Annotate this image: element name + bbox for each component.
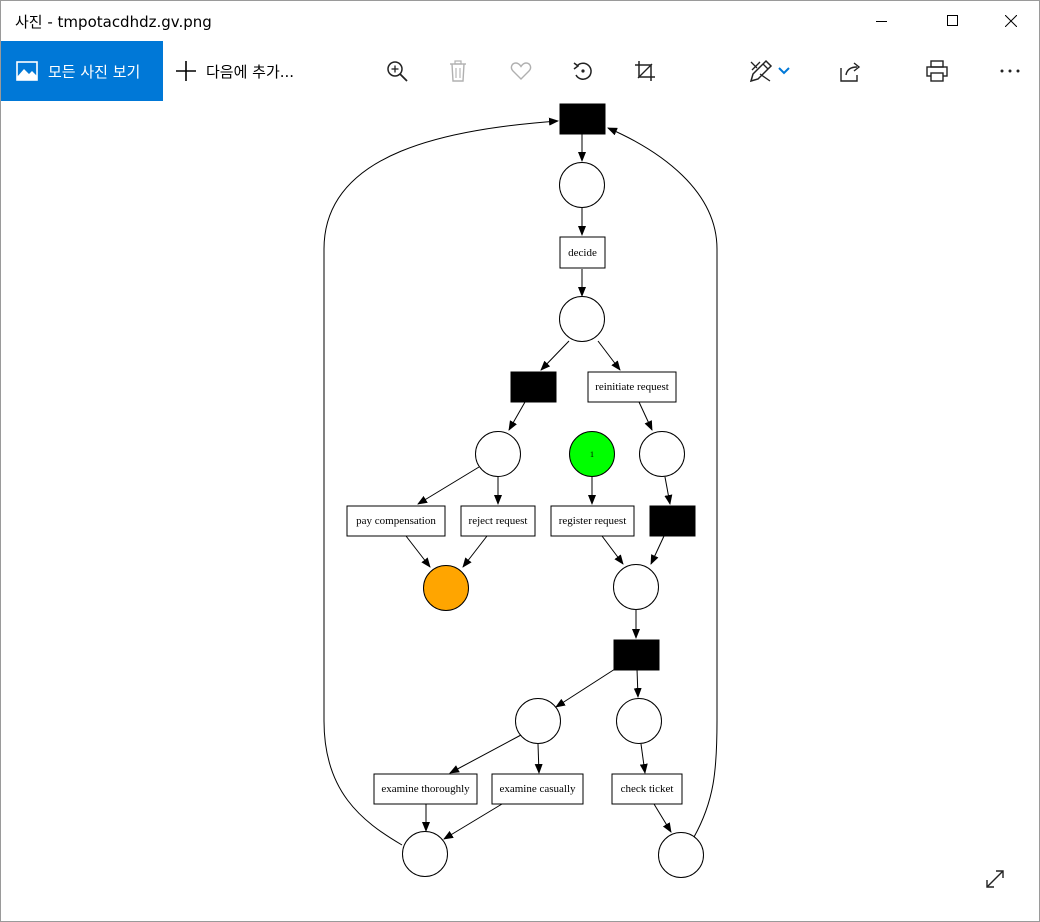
label-check-ticket: check ticket: [621, 783, 674, 795]
expand-icon: [986, 870, 1004, 888]
initial-place-token-count: 1: [590, 450, 594, 459]
all-photos-button[interactable]: 모든 사진 보기: [1, 41, 163, 101]
minimize-button[interactable]: [859, 1, 905, 41]
close-icon: [1005, 15, 1017, 27]
petri-net-image: 1 decide reinitiate request pay compensa…: [323, 103, 718, 878]
edit-create-icon: [749, 59, 773, 83]
picture-icon: [16, 61, 38, 81]
add-to-label: 다음에 추가...: [206, 62, 295, 81]
crop-icon: [635, 61, 655, 81]
maximize-icon: [947, 15, 958, 26]
place: [613, 564, 659, 610]
place: [402, 831, 448, 877]
window-title: 사진 - tmpotacdhdz.gv.png: [15, 13, 212, 31]
label-examine-casually: examine casually: [499, 783, 576, 795]
toolbar: 모든 사진 보기 다음에 추가...: [1, 41, 1039, 101]
label-register-request: register request: [559, 515, 627, 527]
photos-app-window: 사진 - tmpotacdhdz.gv.png 모든 사진 보기 다음에 추가.…: [0, 0, 1040, 922]
zoom-button[interactable]: [377, 51, 417, 91]
maximize-button[interactable]: [930, 1, 976, 41]
place: [639, 431, 685, 477]
print-button[interactable]: [917, 51, 957, 91]
silent-transition: [559, 103, 606, 135]
edit-create-button[interactable]: [741, 51, 797, 91]
favorite-button[interactable]: [501, 51, 541, 91]
silent-transition: [510, 371, 557, 403]
share-button[interactable]: [831, 51, 871, 91]
more-icon: [1000, 69, 1020, 73]
rotate-icon: [573, 62, 592, 80]
arcs: [323, 117, 718, 846]
delete-icon: [450, 60, 466, 82]
place: [658, 832, 704, 878]
label-examine-thoroughly: examine thoroughly: [381, 783, 470, 795]
label-pay-compensation: pay compensation: [356, 515, 436, 527]
print-icon: [926, 60, 948, 82]
plus-icon: [176, 61, 196, 81]
add-to-button[interactable]: 다음에 추가...: [175, 41, 294, 101]
rotate-button[interactable]: [563, 51, 603, 91]
share-icon: [840, 62, 861, 82]
label-decide: decide: [568, 247, 597, 259]
final-place: [423, 565, 469, 611]
fullscreen-button[interactable]: [979, 863, 1011, 895]
label-reject-request: reject request: [469, 515, 528, 527]
more-button[interactable]: [990, 51, 1030, 91]
image-viewer-canvas[interactable]: 1 decide reinitiate request pay compensa…: [1, 101, 1039, 921]
zoom-in-icon: [387, 61, 408, 82]
all-photos-label: 모든 사진 보기: [48, 62, 141, 81]
crop-button[interactable]: [625, 51, 665, 91]
place: [559, 162, 605, 208]
silent-transition: [649, 505, 696, 537]
place: [475, 431, 521, 477]
minimize-icon: [876, 21, 887, 22]
silent-transition: [613, 639, 660, 671]
close-button[interactable]: [988, 1, 1034, 41]
place: [616, 698, 662, 744]
chevron-down-icon: [778, 67, 790, 75]
title-bar: 사진 - tmpotacdhdz.gv.png: [1, 1, 1039, 41]
delete-button[interactable]: [438, 51, 478, 91]
place: [515, 698, 561, 744]
favorite-icon: [510, 62, 532, 80]
label-reinitiate-request: reinitiate request: [595, 381, 669, 393]
place: [559, 296, 605, 342]
